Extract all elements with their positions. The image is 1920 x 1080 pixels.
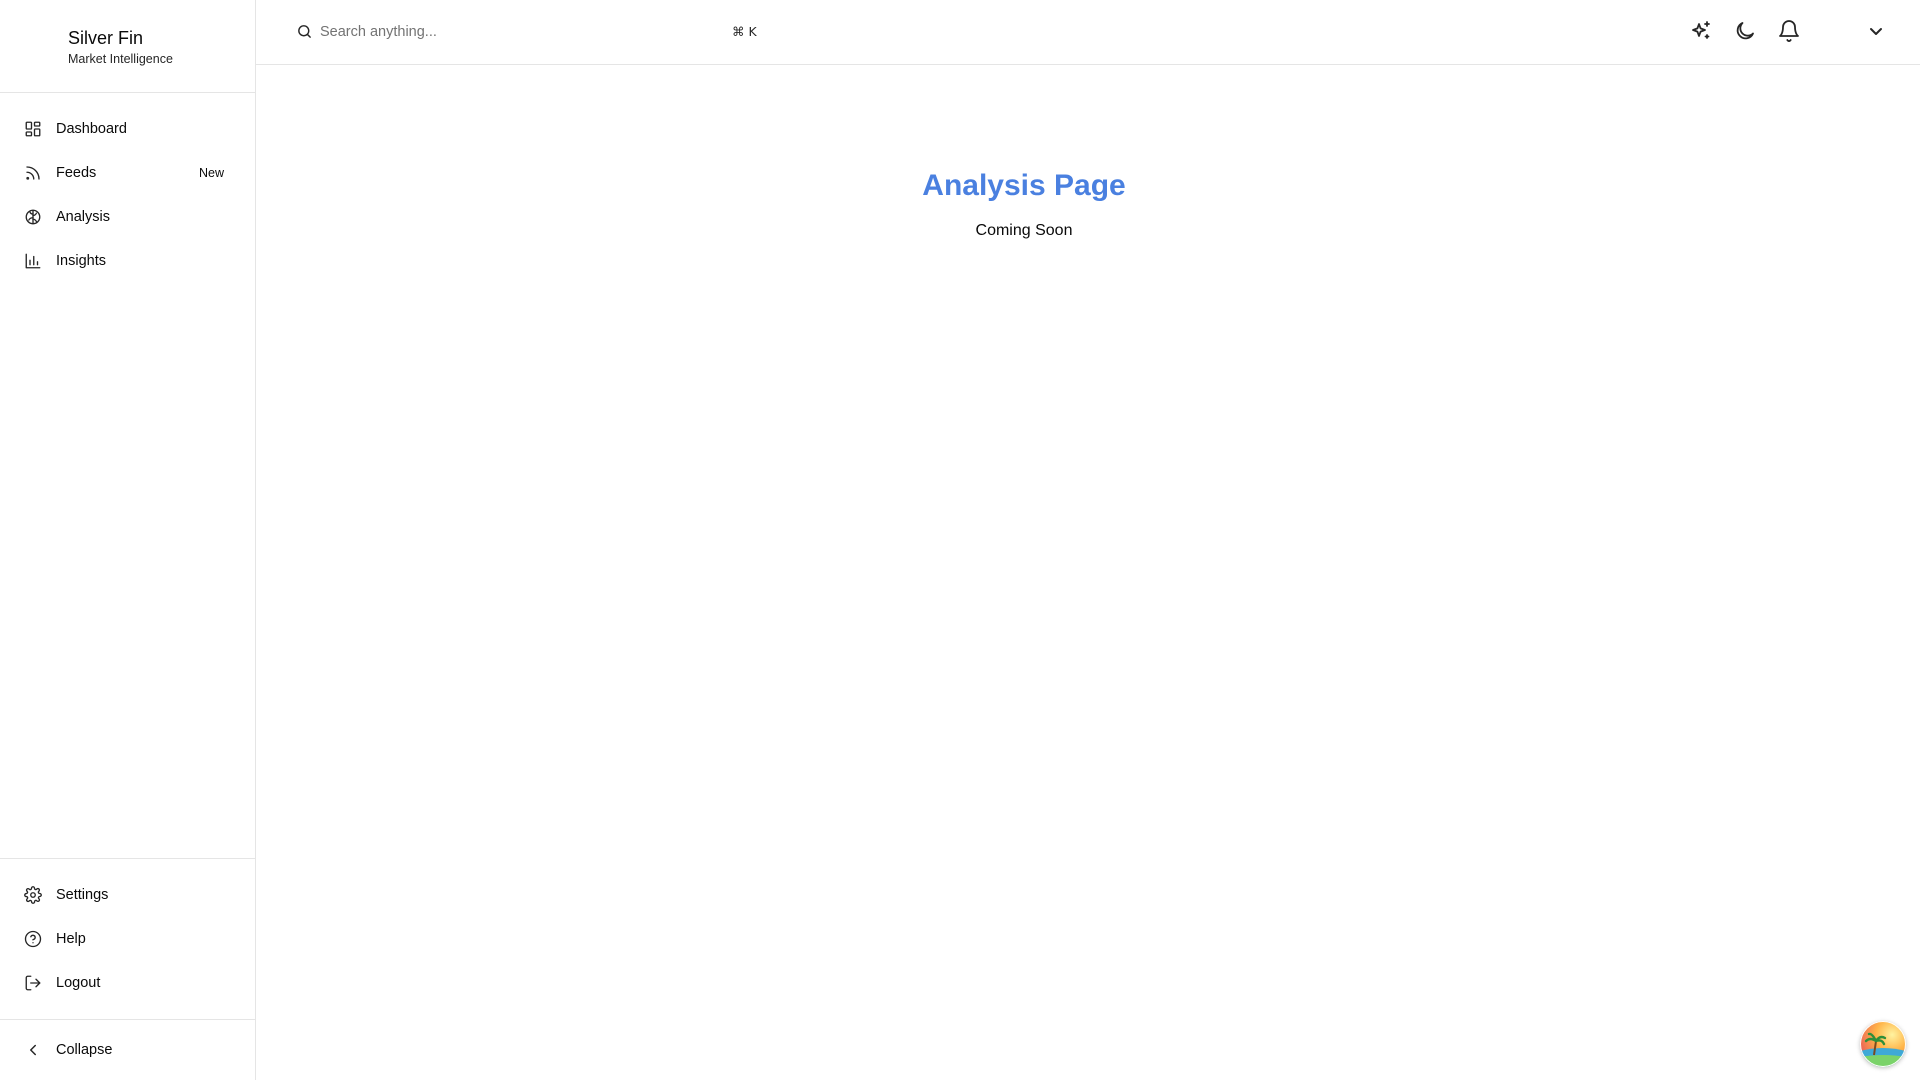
chevron-down-icon[interactable] [1864, 19, 1888, 43]
sidebar-item-label: Settings [56, 887, 109, 903]
sidebar-item-label: Insights [56, 253, 106, 269]
sidebar-divider [0, 858, 255, 859]
help-circle-icon [24, 930, 42, 948]
search-bar[interactable]: ⌘ K [296, 16, 757, 48]
sidebar-item-label: Feeds [56, 165, 97, 181]
page-title: Analysis Page [922, 169, 1126, 202]
sidebar-item-help[interactable]: Help [12, 919, 244, 959]
sidebar-item-insights[interactable]: Insights [12, 241, 244, 281]
search-icon [296, 23, 313, 40]
dashboard-grid-icon [24, 120, 42, 138]
ai-sparkles-icon[interactable] [1689, 19, 1713, 43]
search-input[interactable] [320, 20, 660, 44]
collapse-label: Collapse [56, 1042, 113, 1058]
new-badge: New [198, 166, 224, 180]
topbar: ⌘ K [256, 0, 1920, 65]
sidebar-divider [0, 1019, 255, 1020]
page-subtitle: Coming Soon [975, 222, 1073, 239]
sidebar-divider [0, 92, 255, 93]
sidebar-item-settings[interactable]: Settings [12, 875, 244, 915]
gear-icon [24, 886, 42, 904]
brand-name: Silver Fin [68, 28, 144, 48]
floating-assistant-avatar[interactable] [1860, 1021, 1906, 1067]
logout-icon [24, 974, 42, 992]
sidebar-item-feeds[interactable]: Feeds New [12, 153, 244, 193]
app-root: Silver Fin Market Intelligence Dashboard [0, 0, 1920, 1080]
moon-icon[interactable] [1733, 19, 1757, 43]
sidebar-item-logout[interactable]: Logout [12, 963, 244, 1003]
sidebar-item-label: Analysis [56, 209, 110, 225]
bar-chart-icon [24, 252, 42, 270]
chevron-left-icon [24, 1041, 42, 1059]
sidebar-item-analysis[interactable]: Analysis [12, 197, 244, 237]
bell-icon[interactable] [1777, 19, 1801, 43]
sidebar-item-dashboard[interactable]: Dashboard [12, 109, 244, 149]
rss-icon [24, 164, 42, 182]
sidebar-item-label: Dashboard [56, 121, 127, 137]
brain-icon [24, 208, 42, 226]
sidebar-item-label: Logout [56, 975, 101, 991]
beach-avatar-icon [1860, 1021, 1906, 1067]
main-content: Analysis Page Coming Soon [256, 65, 1920, 1080]
sidebar-item-label: Help [56, 931, 86, 947]
brand-subtitle: Market Intelligence [68, 52, 173, 66]
collapse-button[interactable]: Collapse [12, 1030, 244, 1070]
brand[interactable]: Silver Fin Market Intelligence [68, 26, 173, 67]
search-shortcut: ⌘ K [732, 24, 757, 39]
sidebar: Silver Fin Market Intelligence Dashboard [0, 0, 256, 1080]
